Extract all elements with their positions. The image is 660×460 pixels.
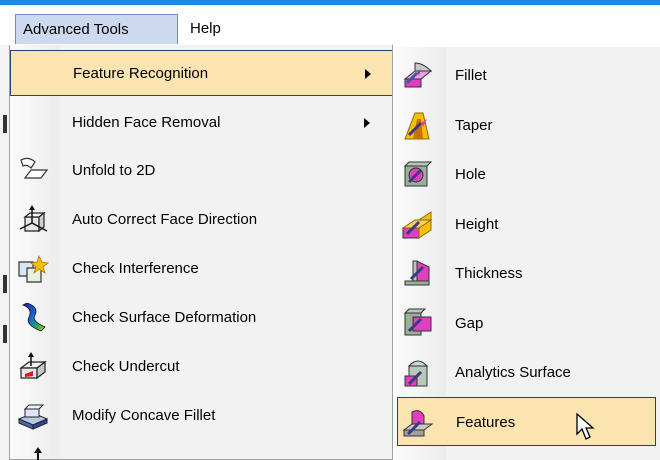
menu-item-hidden-face-removal[interactable]: Hidden Face Removal: [10, 100, 393, 146]
face-direction-icon: [19, 205, 48, 233]
unfold-icon: [20, 157, 49, 179]
features-icon: [402, 410, 434, 437]
submenu-item-label: Analytics Surface: [455, 364, 571, 381]
submenu-item-taper[interactable]: Taper: [393, 101, 660, 150]
submenu-item-gap[interactable]: Gap: [393, 299, 660, 348]
menu-item-check-surface-deformation[interactable]: Check Surface Deformation: [10, 295, 393, 341]
menu-item-check-undercut[interactable]: Check Undercut: [10, 344, 393, 390]
menu-item-label: Auto Correct Face Direction: [72, 211, 258, 228]
submenu-arrow-icon: [365, 69, 371, 79]
menu-item-unfold-to-2d[interactable]: Unfold to 2D: [10, 148, 393, 194]
submenu-item-label: Fillet: [455, 67, 487, 84]
menu-item-label: Check Interference: [72, 260, 199, 277]
submenu-item-analytics-surface[interactable]: Analytics Surface: [393, 348, 660, 397]
feature-recognition-submenu: Fillet Taper Hole Height Thickness Gap A…: [392, 47, 660, 460]
advanced-tools-dropdown: Feature Recognition Hidden Face Removal …: [9, 45, 393, 460]
analytics-surface-icon: [404, 360, 429, 387]
submenu-item-label: Gap: [455, 315, 484, 332]
interference-icon: [18, 254, 49, 283]
submenu-item-hole[interactable]: Hole: [393, 150, 660, 199]
submenu-item-label: Hole: [455, 166, 486, 183]
concave-fillet-icon: [17, 404, 49, 430]
menu-item-label: Feature Recognition: [73, 65, 209, 82]
height-icon: [401, 211, 433, 239]
submenu-item-label: Height: [455, 216, 499, 233]
menu-item-label: Unfold to 2D: [72, 162, 156, 179]
menu-help[interactable]: Help: [184, 14, 229, 44]
submenu-item-label: Taper: [455, 117, 493, 134]
thickness-icon: [404, 260, 430, 286]
menu-advanced-tools[interactable]: Advanced Tools: [15, 14, 178, 44]
submenu-item-label: Thickness: [455, 265, 523, 282]
menu-item-feature-recognition[interactable]: Feature Recognition: [10, 50, 393, 96]
submenu-item-thickness[interactable]: Thickness: [393, 249, 660, 298]
undercut-icon: [19, 352, 47, 380]
menu-item-label: Check Undercut: [72, 358, 180, 375]
menu-item-label: Hidden Face Removal: [72, 114, 221, 131]
gap-icon: [403, 308, 432, 336]
menu-item-auto-correct-face-direction[interactable]: Auto Correct Face Direction: [10, 197, 393, 243]
menu-item-label: Modify Concave Fillet: [72, 407, 216, 424]
fillet-icon: [403, 62, 433, 88]
submenu-item-fillet[interactable]: Fillet: [393, 51, 660, 100]
menu-item-check-interference[interactable]: Check Interference: [10, 246, 393, 292]
taper-icon: [404, 112, 430, 140]
menu-bar: Advanced Tools Help: [0, 5, 660, 45]
submenu-item-features[interactable]: Features: [397, 397, 656, 446]
surface-deformation-icon: [22, 303, 46, 332]
submenu-item-label: Features: [456, 414, 516, 431]
menu-item-modify-concave-fillet[interactable]: Modify Concave Fillet: [10, 393, 393, 439]
submenu-item-height[interactable]: Height: [393, 200, 660, 249]
submenu-arrow-icon: [364, 118, 370, 128]
next-item-icon-partial: [34, 447, 42, 460]
mouse-cursor-icon: [576, 413, 595, 440]
hole-icon: [403, 161, 433, 187]
menu-item-label: Check Surface Deformation: [72, 309, 257, 326]
